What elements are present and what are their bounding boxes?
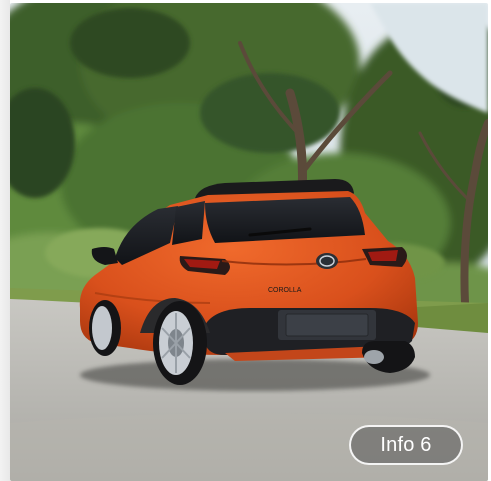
page-gutter: [0, 0, 10, 481]
info-button[interactable]: Info 6: [349, 425, 463, 465]
photo-stage: COROLLA: [10, 3, 488, 481]
car-image: COROLLA: [10, 3, 488, 481]
model-badge: COROLLA: [268, 287, 302, 294]
